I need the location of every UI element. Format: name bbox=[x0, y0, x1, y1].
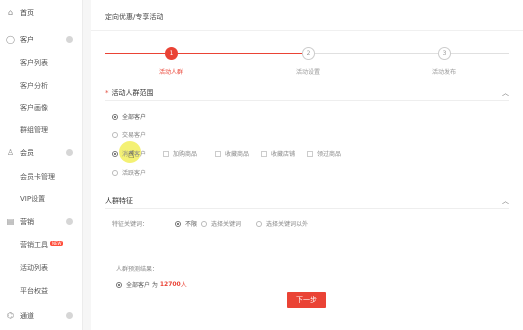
result-row: 全部客户 为 12700 人 bbox=[116, 280, 187, 289]
result-count: 12700 bbox=[159, 281, 181, 288]
sidebar: ⌂ 首页 ◯ 客户 客户列表 客户分析 客户画像 群组管理 ♙ 会员 会员卡管理… bbox=[0, 0, 83, 330]
sub-option-label: 收藏商品 bbox=[225, 151, 250, 158]
feature-option-exclude-keyword[interactable]: 选择关键词以外 bbox=[256, 219, 308, 228]
radio-icon[interactable] bbox=[201, 220, 207, 227]
sub-option-fav-store[interactable]: 收藏店铺 bbox=[261, 149, 295, 158]
section-divider bbox=[105, 100, 509, 101]
scope-title-text: 活动人群范围 bbox=[111, 89, 154, 97]
checkbox-icon[interactable] bbox=[261, 150, 267, 157]
step-2-circle: 2 bbox=[302, 47, 315, 60]
next-step-button[interactable]: 下一步 bbox=[287, 292, 326, 308]
required-mark: * bbox=[105, 89, 109, 97]
radio-icon[interactable] bbox=[256, 220, 262, 227]
section-divider bbox=[105, 208, 509, 209]
home-icon: ⌂ bbox=[7, 8, 14, 17]
feature-keyword-label: 特征关键词： bbox=[112, 221, 149, 228]
result-title: 人群预测结果： bbox=[116, 266, 159, 273]
step-line bbox=[451, 53, 509, 54]
step-line bbox=[315, 53, 438, 54]
scope-option-all[interactable]: 全部客户 bbox=[112, 112, 146, 121]
sidebar-group-home[interactable]: ⌂ 首页 bbox=[0, 4, 83, 22]
hand-cursor-icon: ☝ bbox=[128, 148, 135, 161]
step-3-label: 活动发布 bbox=[431, 69, 456, 76]
channel-icon: ⌬ bbox=[7, 311, 14, 320]
header-divider bbox=[91, 30, 523, 31]
sidebar-item-customer-profile[interactable]: 客户画像 bbox=[20, 103, 48, 113]
collapse-up-icon[interactable]: ︿ bbox=[502, 196, 509, 206]
sidebar-item-platform-rights[interactable]: 平台权益 bbox=[20, 286, 48, 296]
sidebar-item-label: 营销工具 bbox=[20, 241, 48, 249]
sidebar-item-group-management[interactable]: 群组管理 bbox=[20, 125, 48, 135]
collapse-toggle-icon[interactable] bbox=[66, 36, 73, 43]
step-progress-line bbox=[178, 53, 302, 54]
step-1-circle: 1 bbox=[165, 47, 178, 60]
sub-option-add-cart[interactable]: 加购商品 bbox=[163, 149, 197, 158]
sidebar-item-customer-analysis[interactable]: 客户分析 bbox=[20, 81, 48, 91]
sidebar-group-label: 首页 bbox=[20, 9, 34, 17]
feature-option-label: 选择关键词以外 bbox=[266, 221, 309, 228]
collapse-toggle-icon[interactable] bbox=[66, 149, 73, 156]
sub-option-fav-goods[interactable]: 收藏商品 bbox=[215, 149, 249, 158]
checkbox-icon[interactable] bbox=[307, 150, 313, 157]
scope-option-trade[interactable]: 交易客户 bbox=[112, 130, 146, 139]
result-prefix: 全部客户 为 bbox=[126, 282, 158, 289]
sub-option-label: 收藏店铺 bbox=[271, 151, 296, 158]
main-panel: 定向优惠/专享活动 1 2 3 活动人群 活动设置 活动发布 * 活动人群范围 ︿… bbox=[91, 0, 523, 330]
feature-option-label: 不限 bbox=[185, 221, 198, 228]
scope-option-label: 交易客户 bbox=[122, 132, 147, 139]
step-2-label: 活动设置 bbox=[295, 69, 320, 76]
step-1-label: 活动人群 bbox=[158, 69, 183, 76]
user-icon: ◯ bbox=[6, 35, 15, 44]
scope-option-label: 全部客户 bbox=[122, 114, 147, 121]
sub-option-label: 领过商品 bbox=[317, 151, 342, 158]
member-icon: ♙ bbox=[6, 148, 15, 157]
collapse-toggle-icon[interactable] bbox=[66, 312, 73, 319]
scope-option-active[interactable]: 活跃客户 bbox=[112, 168, 146, 177]
sidebar-group-marketing[interactable]: ▤ 营销 bbox=[0, 213, 83, 231]
sidebar-group-label: 客户 bbox=[20, 36, 34, 44]
sidebar-group-customer[interactable]: ◯ 客户 bbox=[0, 31, 83, 49]
feature-option-label: 选择关键词 bbox=[211, 221, 242, 228]
sidebar-item-vip-settings[interactable]: VIP设置 bbox=[20, 194, 45, 204]
collapse-up-icon[interactable]: ︿ bbox=[502, 88, 509, 98]
step-3-circle: 3 bbox=[438, 47, 451, 60]
sidebar-group-member[interactable]: ♙ 会员 bbox=[0, 144, 83, 162]
feature-option-any[interactable]: 不限 bbox=[175, 219, 197, 228]
radio-icon[interactable] bbox=[112, 131, 118, 138]
radio-icon[interactable] bbox=[112, 169, 118, 176]
scope-section-title: * 活动人群范围 bbox=[105, 88, 154, 98]
sidebar-item-customer-list[interactable]: 客户列表 bbox=[20, 58, 48, 68]
sub-option-claimed[interactable]: 领过商品 bbox=[307, 149, 341, 158]
sub-option-label: 加购商品 bbox=[173, 151, 198, 158]
result-suffix: 人 bbox=[180, 282, 187, 289]
sidebar-group-channel[interactable]: ⌬ 通道 bbox=[0, 307, 83, 325]
scope-option-label: 活跃客户 bbox=[122, 170, 147, 177]
sidebar-item-activity-list[interactable]: 活动列表 bbox=[20, 263, 48, 273]
radio-icon[interactable] bbox=[175, 220, 181, 227]
new-badge: NEW bbox=[50, 241, 64, 246]
collapse-toggle-icon[interactable] bbox=[66, 218, 73, 225]
radio-icon[interactable] bbox=[112, 150, 118, 157]
marketing-icon: ▤ bbox=[6, 217, 15, 226]
sidebar-item-marketing-tools[interactable]: 营销工具 NEW bbox=[20, 240, 64, 250]
radio-icon[interactable] bbox=[112, 113, 118, 120]
breadcrumb: 定向优惠/专享活动 bbox=[105, 13, 164, 21]
sidebar-group-label: 营销 bbox=[20, 218, 34, 226]
sidebar-group-label: 通道 bbox=[20, 312, 34, 320]
sidebar-item-member-card[interactable]: 会员卡管理 bbox=[20, 172, 55, 182]
radio-icon bbox=[116, 281, 122, 288]
checkbox-icon[interactable] bbox=[215, 150, 221, 157]
step-progress-line bbox=[105, 53, 165, 54]
checkbox-icon[interactable] bbox=[163, 150, 169, 157]
features-section-title: 人群特征 bbox=[105, 197, 133, 205]
feature-option-keyword[interactable]: 选择关键词 bbox=[201, 219, 241, 228]
sidebar-group-label: 会员 bbox=[20, 149, 34, 157]
